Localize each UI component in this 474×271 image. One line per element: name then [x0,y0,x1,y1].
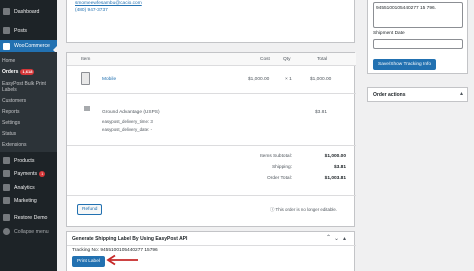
shipment-date-label: Shipment Date [373,31,405,36]
orders-count-badge: 1,618 [20,69,35,75]
customer-email-link[interactable]: smomeewfesambu@cacio.com [75,1,142,6]
shipping-total-label: Shipping: [271,165,292,170]
submenu-settings[interactable]: Settings [2,120,20,126]
admin-sidebar: Dashboard Posts WooCommerce Home Orders 1… [0,0,57,271]
row-divider [67,145,356,146]
sidebar-item-label: Posts [14,27,27,34]
sidebar-item-posts[interactable]: Posts [0,27,57,34]
sidebar-collapse-menu[interactable]: Collapse menu [0,228,57,235]
product-total: $1,000.00 [310,77,332,82]
subtotal-label: Items Subtotal: [260,154,292,159]
order-items-panel: Item Cost Qty Total Mobile $1,000.00 × 1… [66,52,356,227]
subtotal-value: $1,000.00 [324,154,346,159]
row-divider [67,93,356,94]
sidebar-item-payments[interactable]: Payments 1 [0,170,57,177]
shipping-method: Ground Advantage (USPS) [102,110,160,115]
analytics-icon [3,184,10,191]
order-actions-title: Order actions [373,92,406,98]
product-thumbnail [81,72,90,85]
collapse-icon [3,228,10,235]
box-icon [3,157,10,164]
chevron-down-icon[interactable]: ⌄ [334,235,339,242]
shipping-truck-icon [84,106,90,111]
col-qty: Qty [283,57,291,62]
label-box-title: Generate Shipping Label By Using EasyPos… [72,236,188,242]
col-item: Item [81,57,91,62]
restore-icon [3,214,10,221]
submenu-orders[interactable]: Orders 1,618 [2,69,35,75]
sidebar-item-products[interactable]: Products [0,157,57,164]
shipping-meta-time: easypost_delivery_time: 3 [102,119,153,124]
megaphone-icon [3,197,10,204]
pin-icon [3,27,10,34]
woocommerce-submenu: Home Orders 1,618 EasyPost Bulk Print Lab… [0,52,57,152]
save-tracking-button[interactable]: Save/Show Tracking Info [373,59,437,70]
refund-button[interactable]: Refund [77,204,103,215]
annotation-arrow-icon [106,254,138,266]
tracking-number-text: Tracking No: 9455100105440277 15796 [72,248,158,253]
submenu-reports[interactable]: Reports [2,109,20,115]
collapse-triangle-icon[interactable]: ▴ [460,90,463,97]
sidebar-item-label: WooCommerce [14,43,50,49]
chevron-up-icon[interactable]: ⌃ [326,234,331,241]
shipping-meta-date: easypost_delivery_date: - [102,127,153,132]
print-label-button[interactable]: Print Label [72,256,105,267]
col-total: Total [317,57,328,62]
submenu-status[interactable]: Status [2,131,16,137]
order-total-label: Order Total: [267,176,292,181]
order-total-value: $1,003.81 [324,176,346,181]
shipping-amount: $3.81 [315,110,328,115]
collapse-triangle-icon[interactable]: ▴ [343,235,346,242]
shipping-total-value: $3.81 [333,165,346,170]
order-actions-box: Order actions ▴ [367,87,468,102]
product-qty: × 1 [285,77,292,82]
tracking-number-textarea[interactable]: 9455100105440277 15 796. [373,2,463,28]
sidebar-item-dashboard[interactable]: Dashboard [0,8,57,15]
product-cost: $1,000.00 [248,77,270,82]
submenu-home[interactable]: Home [2,58,15,64]
dashboard-icon [3,8,10,15]
payments-icon [3,170,10,177]
items-table-header: Item Cost Qty Total [67,53,356,66]
shipping-label-box: Generate Shipping Label By Using EasyPos… [66,231,356,271]
not-editable-note: ⓘ This order is no longer editable. [270,207,338,212]
billing-address-panel: smomeewfesambu@cacio.com (480) 947-3737 [66,0,355,43]
sidebar-item-label: Dashboard [14,8,40,15]
sidebar-item-restore-demo[interactable]: Restore Demo [0,214,57,221]
sidebar-item-woocommerce[interactable]: WooCommerce [0,40,57,52]
product-name-link[interactable]: Mobile [102,77,116,82]
sidebar-item-analytics[interactable]: Analytics [0,184,57,191]
customer-phone-link[interactable]: (480) 947-3737 [75,8,108,13]
col-cost: Cost [260,57,270,62]
box-divider [67,245,356,246]
tracking-info-box: 9455100105440277 15 796. Shipment Date S… [367,0,468,74]
submenu-customers[interactable]: Customers [2,98,26,104]
row-divider [67,195,356,196]
submenu-extensions[interactable]: Extensions [2,142,26,148]
sidebar-item-marketing[interactable]: Marketing [0,197,57,204]
submenu-easypost-bulk[interactable]: EasyPost Bulk Print Labels [2,81,52,93]
shipment-date-input[interactable] [373,39,463,49]
woo-icon [3,42,10,50]
payments-badge: 1 [39,170,46,177]
